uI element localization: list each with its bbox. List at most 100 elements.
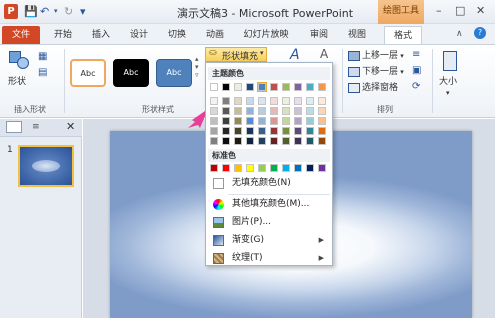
standard-color-swatch[interactable]	[222, 164, 230, 172]
theme-color-swatch[interactable]	[222, 127, 230, 135]
maximize-button[interactable]: □	[455, 4, 465, 17]
theme-color-swatch[interactable]	[294, 97, 302, 105]
slides-tab-icon[interactable]	[6, 121, 22, 133]
standard-color-swatch[interactable]	[258, 164, 266, 172]
tab-transitions[interactable]: 切换	[162, 26, 192, 44]
theme-color-swatch[interactable]	[246, 127, 254, 135]
picture-fill-item[interactable]: 图片(P)...	[208, 214, 330, 231]
theme-color-swatch[interactable]	[258, 127, 266, 135]
theme-color-swatch[interactable]	[222, 83, 230, 91]
theme-color-swatch[interactable]	[294, 117, 302, 125]
theme-color-swatch[interactable]	[210, 97, 218, 105]
outline-tab-icon[interactable]: ≡	[32, 122, 40, 132]
theme-color-swatch[interactable]	[294, 127, 302, 135]
theme-color-swatch[interactable]	[294, 107, 302, 115]
standard-color-swatch[interactable]	[210, 164, 218, 172]
text-fill-icon[interactable]: A	[320, 47, 328, 61]
theme-color-swatch[interactable]	[258, 107, 266, 115]
theme-color-swatch[interactable]	[246, 83, 254, 91]
tab-home[interactable]: 开始	[48, 26, 78, 44]
standard-color-swatch[interactable]	[282, 164, 290, 172]
undo-icon[interactable]: ↶	[40, 4, 49, 19]
tab-review[interactable]: 审阅	[304, 26, 334, 44]
theme-color-swatch[interactable]	[234, 137, 242, 145]
theme-color-swatch[interactable]	[306, 137, 314, 145]
theme-color-swatch[interactable]	[270, 83, 278, 91]
standard-color-swatch[interactable]	[246, 164, 254, 172]
shape-style-orange-outline[interactable]: Abc	[70, 59, 106, 87]
tab-design[interactable]: 设计	[124, 26, 154, 44]
standard-color-swatch[interactable]	[234, 164, 242, 172]
close-button[interactable]: ✕	[476, 4, 485, 17]
selection-pane-button[interactable]: 选择窗格	[348, 81, 398, 95]
rotate-icon[interactable]: ⟳	[412, 81, 420, 92]
shapes-gallery-icon[interactable]	[7, 49, 31, 71]
theme-color-swatch[interactable]	[318, 127, 326, 135]
tab-file[interactable]: 文件	[2, 26, 40, 44]
theme-color-swatch[interactable]	[222, 107, 230, 115]
draw-textbox-icon[interactable]: ▤	[38, 67, 47, 78]
theme-color-swatch[interactable]	[318, 137, 326, 145]
close-pane-icon[interactable]: ✕	[66, 120, 75, 133]
standard-color-swatch[interactable]	[270, 164, 278, 172]
theme-color-swatch[interactable]	[282, 127, 290, 135]
align-icon[interactable]: ≡	[412, 49, 420, 60]
theme-color-swatch[interactable]	[234, 107, 242, 115]
send-backward-button[interactable]: 下移一层 ▾	[348, 65, 404, 79]
theme-color-swatch[interactable]	[318, 107, 326, 115]
theme-color-swatch[interactable]	[282, 83, 290, 91]
theme-color-swatch[interactable]	[210, 117, 218, 125]
help-icon[interactable]: ?	[474, 27, 486, 39]
theme-color-swatch[interactable]	[294, 83, 302, 91]
tab-animations[interactable]: 动画	[200, 26, 230, 44]
powerpoint-app-icon[interactable]: P	[4, 4, 18, 19]
theme-color-swatch[interactable]	[246, 97, 254, 105]
tab-slideshow[interactable]: 幻灯片放映	[238, 26, 294, 44]
theme-color-swatch[interactable]	[222, 97, 230, 105]
gallery-more-icon[interactable]: ▴ ▾ ▿	[195, 55, 199, 79]
theme-color-swatch[interactable]	[306, 127, 314, 135]
bring-forward-button[interactable]: 上移一层 ▾	[348, 49, 404, 63]
theme-color-swatch[interactable]	[282, 137, 290, 145]
theme-color-swatch[interactable]	[222, 117, 230, 125]
minimize-button[interactable]: –	[436, 4, 442, 17]
theme-color-swatch[interactable]	[257, 82, 267, 92]
theme-color-swatch[interactable]	[210, 127, 218, 135]
theme-color-swatch[interactable]	[270, 97, 278, 105]
redo-icon[interactable]: ↻	[64, 4, 73, 19]
theme-color-swatch[interactable]	[234, 127, 242, 135]
group-objects-icon[interactable]: ▣	[412, 65, 421, 76]
shape-style-blue[interactable]: Abc	[156, 59, 192, 87]
save-icon[interactable]: 💾	[24, 4, 38, 19]
theme-color-swatch[interactable]	[210, 107, 218, 115]
theme-color-swatch[interactable]	[282, 117, 290, 125]
theme-color-swatch[interactable]	[306, 107, 314, 115]
collapse-ribbon-icon[interactable]: ∧	[456, 29, 463, 39]
theme-color-swatch[interactable]	[318, 83, 326, 91]
no-fill-item[interactable]: 无填充颜色(N)	[208, 175, 330, 192]
tab-view[interactable]: 视图	[342, 26, 372, 44]
theme-color-swatch[interactable]	[270, 137, 278, 145]
customize-qat-icon[interactable]: ▾	[80, 4, 86, 19]
theme-color-swatch[interactable]	[246, 137, 254, 145]
edit-shape-icon[interactable]: ▦	[38, 51, 47, 62]
gradient-fill-item[interactable]: 渐变(G) ▶	[208, 232, 330, 249]
theme-color-swatch[interactable]	[282, 107, 290, 115]
theme-color-swatch[interactable]	[258, 97, 266, 105]
shapes-button[interactable]: 形状	[8, 75, 26, 89]
theme-color-swatch[interactable]	[270, 107, 278, 115]
theme-color-swatch[interactable]	[258, 117, 266, 125]
theme-color-swatch[interactable]	[246, 107, 254, 115]
theme-color-swatch[interactable]	[306, 117, 314, 125]
size-icon[interactable]	[443, 51, 457, 71]
size-button[interactable]: 大小	[439, 75, 457, 89]
theme-color-swatch[interactable]	[234, 97, 242, 105]
standard-color-swatch[interactable]	[294, 164, 302, 172]
standard-color-swatch[interactable]	[318, 164, 326, 172]
theme-color-swatch[interactable]	[234, 117, 242, 125]
theme-color-swatch[interactable]	[258, 137, 266, 145]
theme-color-swatch[interactable]	[294, 137, 302, 145]
theme-color-swatch[interactable]	[318, 117, 326, 125]
theme-color-swatch[interactable]	[210, 83, 218, 91]
theme-color-swatch[interactable]	[306, 97, 314, 105]
